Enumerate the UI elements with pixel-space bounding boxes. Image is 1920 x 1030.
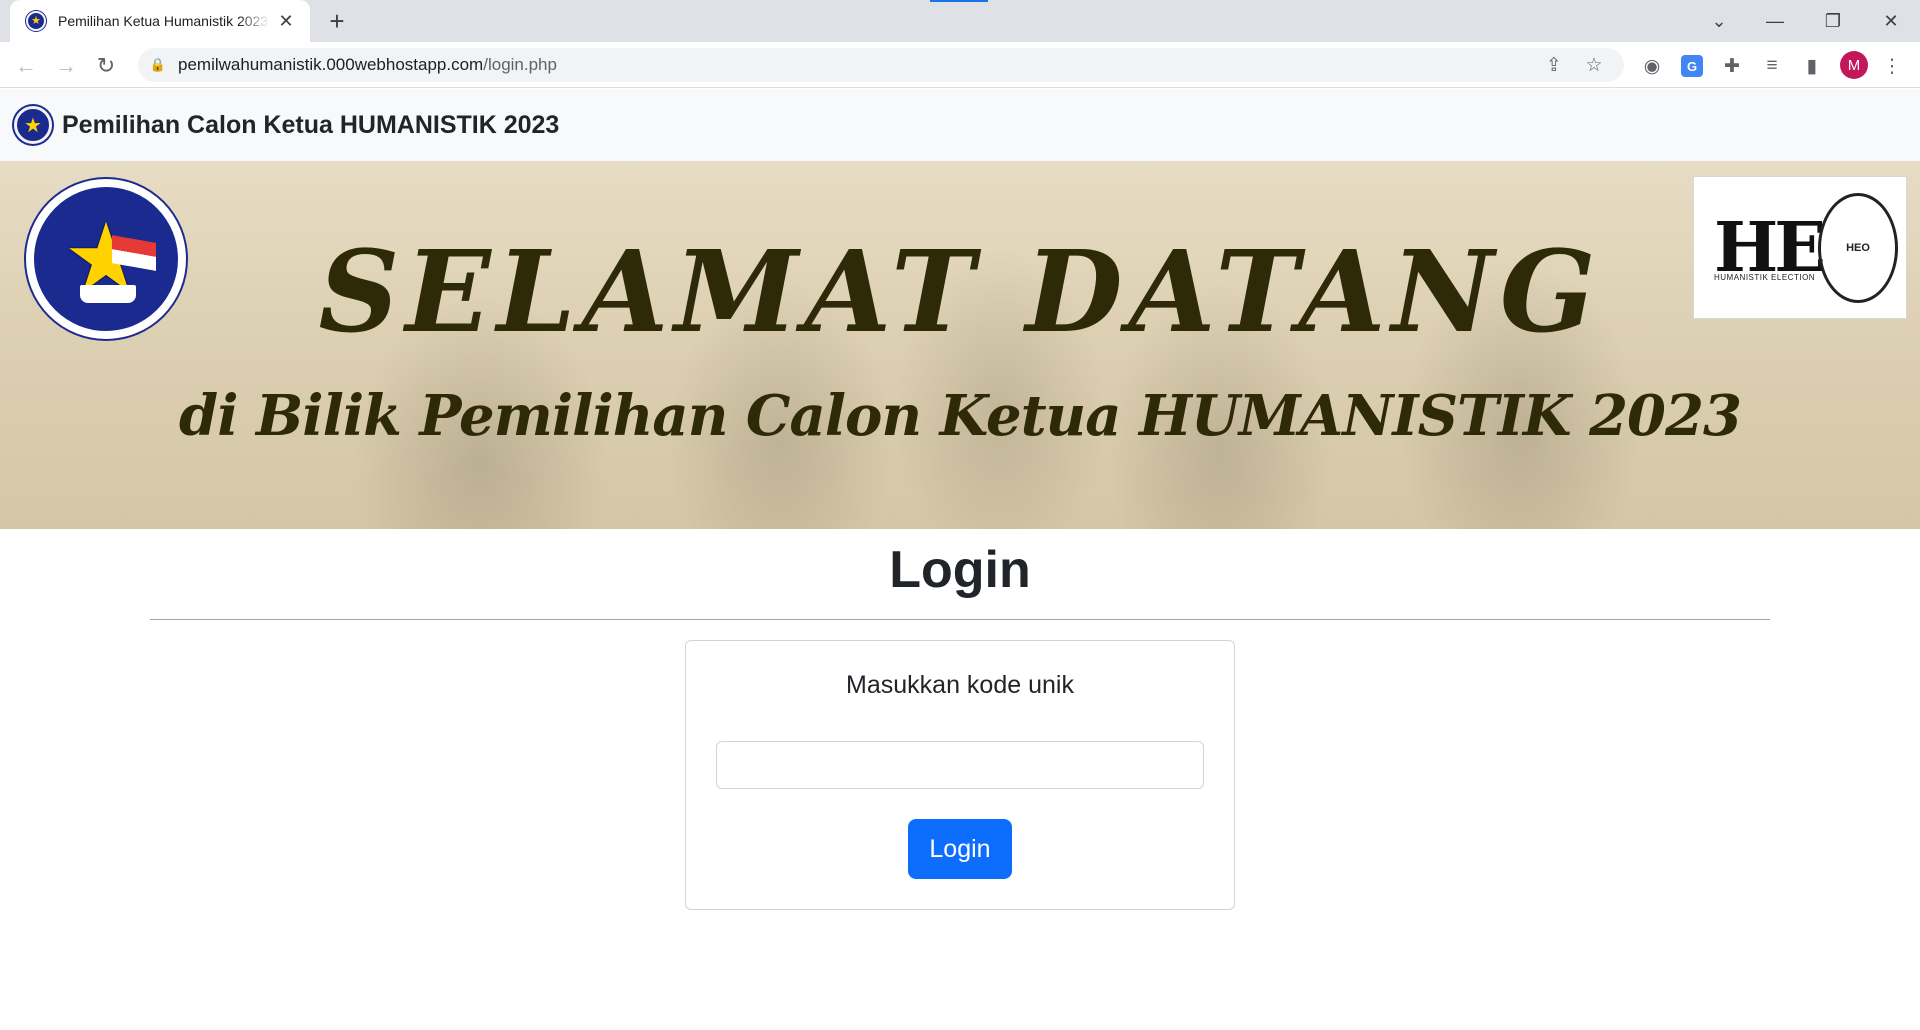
close-window-icon[interactable]: ✕ xyxy=(1868,0,1914,42)
menu-kebab-icon[interactable]: ⋮ xyxy=(1876,50,1908,82)
url-path: /login.php xyxy=(483,55,557,74)
page-title: Login xyxy=(889,541,1031,599)
tab-title: Pemilihan Ketua Humanistik 2023 xyxy=(58,13,269,29)
tab-search-icon[interactable]: ⌄ xyxy=(1696,0,1742,42)
new-tab-button[interactable]: + xyxy=(322,6,352,36)
reload-icon[interactable]: ↻ xyxy=(90,50,122,82)
banner-title: SELAMAT DATANG xyxy=(318,227,1602,358)
browser-tab-bar: ★ Pemilihan Ketua Humanistik 2023 ✕ + ⌄ … xyxy=(0,0,1920,42)
welcome-banner: ★ SELAMAT DATANG di Bilik Pemilihan Calo… xyxy=(0,161,1920,529)
address-bar[interactable]: 🔒 pemilwahumanistik.000webhostapp.com/lo… xyxy=(138,48,1624,82)
login-button[interactable]: Login xyxy=(908,819,1012,879)
restore-icon[interactable]: ❐ xyxy=(1810,0,1856,42)
translate-icon: G xyxy=(1681,55,1703,77)
forward-icon[interactable]: → xyxy=(50,50,82,82)
he-logo-text: HE xyxy=(1714,207,1826,288)
url-text[interactable]: pemilwahumanistik.000webhostapp.com/logi… xyxy=(178,55,1530,75)
browser-tab[interactable]: ★ Pemilihan Ketua Humanistik 2023 ✕ xyxy=(10,0,310,42)
ballot-box-seal-icon: HEO xyxy=(1818,193,1898,303)
profile-avatar[interactable]: M xyxy=(1840,51,1868,79)
he-seal-text: HEO xyxy=(1846,242,1870,254)
bookmark-star-icon[interactable]: ☆ xyxy=(1578,49,1610,81)
site-navbar: ★ Pemilihan Calon Ketua HUMANISTIK 2023 xyxy=(0,89,1920,161)
back-icon[interactable]: ← xyxy=(10,50,42,82)
login-card: Masukkan kode unik Login xyxy=(685,640,1235,910)
lock-icon[interactable]: 🔒 xyxy=(148,55,168,75)
url-host: pemilwahumanistik.000webhostapp.com xyxy=(178,55,484,74)
minimize-icon[interactable]: — xyxy=(1752,0,1798,42)
extensions-puzzle-icon[interactable]: ✚ xyxy=(1716,50,1748,82)
media-controls-icon[interactable]: ≡ xyxy=(1756,50,1788,82)
translate-extension-icon[interactable]: G xyxy=(1676,50,1708,82)
side-panel-icon[interactable]: ▮ xyxy=(1796,50,1828,82)
he-caption: HUMANISTIK ELECTION xyxy=(1714,273,1816,282)
humanistik-election-logo: HE HEO HUMANISTIK ELECTION xyxy=(1693,176,1907,319)
share-icon[interactable]: ⇪ xyxy=(1538,49,1570,81)
login-card-title: Masukkan kode unik xyxy=(846,671,1074,699)
unique-code-input[interactable] xyxy=(716,741,1204,789)
browser-toolbar: ← → ↻ 🔒 pemilwahumanistik.000webhostapp.… xyxy=(0,42,1920,88)
tab-favicon-icon: ★ xyxy=(26,11,46,31)
navbar-brand[interactable]: Pemilihan Calon Ketua HUMANISTIK 2023 xyxy=(62,111,559,140)
banner-subtitle: di Bilik Pemilihan Calon Ketua HUMANISTI… xyxy=(179,383,1742,449)
title-divider xyxy=(150,619,1770,620)
tab-strip-accent xyxy=(930,0,988,2)
camera-icon[interactable]: ◉ xyxy=(1636,50,1668,82)
humanistik-logo-icon[interactable]: ★ xyxy=(14,106,52,144)
tab-close-icon[interactable]: ✕ xyxy=(276,11,296,31)
